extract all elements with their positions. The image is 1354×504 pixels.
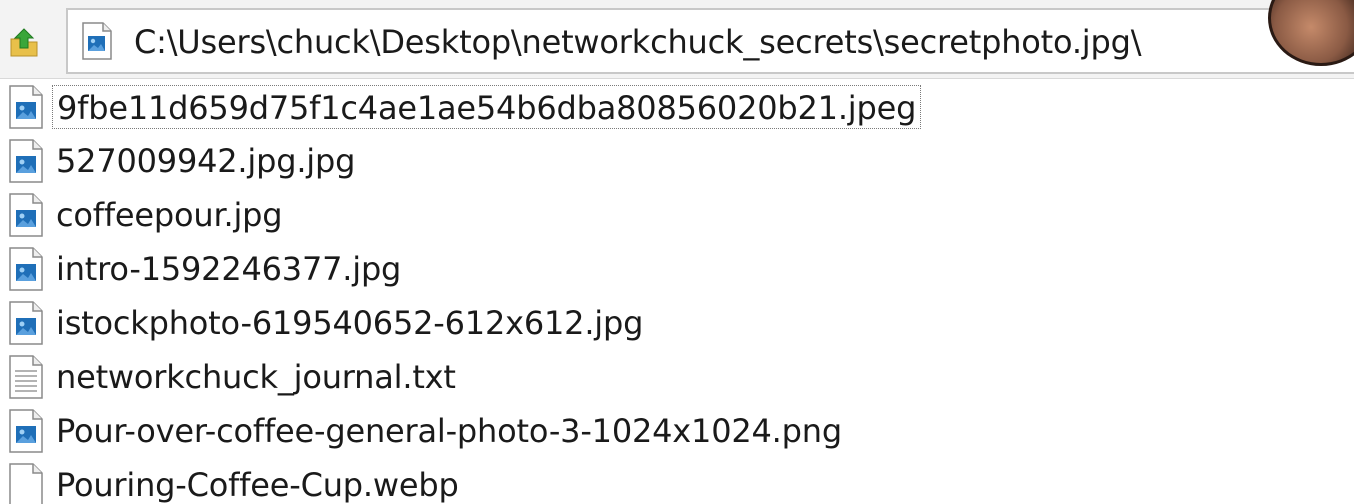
address-bar[interactable]: C:\Users\chuck\Desktop\networkchuck_secr… (66, 8, 1354, 74)
image-file-icon (82, 22, 112, 64)
file-list-item[interactable]: 527009942.jpg.jpg (0, 134, 1354, 188)
file-list-item[interactable]: istockphoto-619540652-612x612.jpg (0, 296, 1354, 350)
file-name[interactable]: coffeepour.jpg (52, 193, 286, 237)
file-list-item[interactable]: networkchuck_journal.txt (0, 350, 1354, 404)
address-path[interactable]: C:\Users\chuck\Desktop\networkchuck_secr… (134, 22, 1141, 62)
image-file-icon (8, 247, 44, 291)
file-list-item[interactable]: Pouring-Coffee-Cup.webp (0, 458, 1354, 504)
file-list: 9fbe11d659d75f1c4ae1ae54b6dba80856020b21… (0, 80, 1354, 504)
up-folder-button[interactable] (6, 24, 42, 60)
blank-file-icon (8, 463, 44, 504)
file-name[interactable]: istockphoto-619540652-612x612.jpg (52, 301, 647, 345)
image-file-icon (8, 85, 44, 129)
image-file-icon (8, 301, 44, 345)
file-list-item[interactable]: coffeepour.jpg (0, 188, 1354, 242)
file-name[interactable]: 9fbe11d659d75f1c4ae1ae54b6dba80856020b21… (52, 85, 922, 129)
file-list-item[interactable]: intro-1592246377.jpg (0, 242, 1354, 296)
image-file-icon (8, 193, 44, 237)
up-folder-arrow-icon (10, 28, 38, 57)
image-file-icon (8, 139, 44, 183)
text-file-icon (8, 355, 44, 399)
file-name[interactable]: Pouring-Coffee-Cup.webp (52, 463, 463, 504)
file-browser-window: C:\Users\chuck\Desktop\networkchuck_secr… (0, 0, 1354, 504)
file-name[interactable]: 527009942.jpg.jpg (52, 139, 359, 183)
file-list-item[interactable]: Pour-over-coffee-general-photo-3-1024x10… (0, 404, 1354, 458)
file-name[interactable]: intro-1592246377.jpg (52, 247, 405, 291)
address-toolbar: C:\Users\chuck\Desktop\networkchuck_secr… (0, 0, 1354, 79)
file-name[interactable]: networkchuck_journal.txt (52, 355, 460, 399)
file-name[interactable]: Pour-over-coffee-general-photo-3-1024x10… (52, 409, 846, 453)
image-file-icon (8, 409, 44, 453)
file-list-item[interactable]: 9fbe11d659d75f1c4ae1ae54b6dba80856020b21… (0, 80, 1354, 134)
